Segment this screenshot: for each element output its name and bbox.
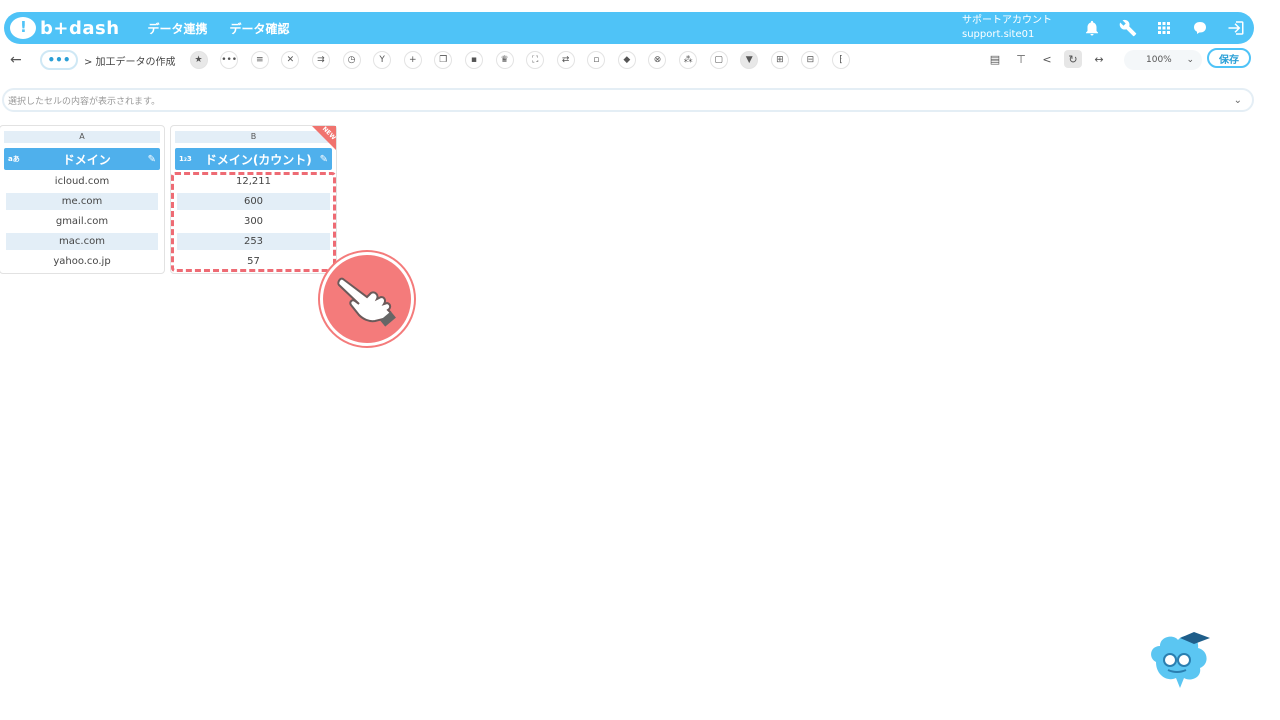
more-icon[interactable]: ••• (220, 51, 239, 69)
filter-icon[interactable]: ▼ (740, 51, 759, 69)
logo-text: b+dash (40, 17, 120, 39)
formula-placeholder: 選択したセルの内容が表示されます。 (8, 96, 161, 107)
table-cell[interactable]: icloud.com (6, 173, 158, 190)
app-header: b+dash データ連携 データ確認 サポートアカウント support.sit… (4, 12, 1254, 44)
number-type-icon: 1₂3 (179, 155, 192, 163)
table-cell[interactable]: yahoo.co.jp (6, 253, 158, 270)
right-tool-icons: ▤ ⊤ < ↻ ↔ (986, 50, 1116, 68)
account-info[interactable]: サポートアカウント support.site01 (962, 14, 1052, 42)
pencil-icon[interactable]: ✎ (320, 154, 328, 165)
branch-icon[interactable]: Y (373, 51, 392, 69)
logo-icon (10, 17, 36, 39)
toolbar: ← ••• > 加工データの作成 ★ ••• ≡ ✕ ⇉ ◷ Y + ❐ ▪ ♛… (0, 46, 1280, 74)
save-button[interactable]: 保存 (1207, 48, 1251, 68)
column-header[interactable]: 1₂3 ドメイン(カウント) ✎ (175, 148, 332, 170)
breadcrumb: > 加工データの作成 (84, 56, 176, 68)
zoom-select[interactable]: 100% ⌄ (1124, 50, 1202, 70)
logout-icon[interactable] (1226, 18, 1246, 38)
code-icon[interactable]: ↔ (1090, 50, 1108, 68)
column-header[interactable]: aあ ドメイン ✎ (4, 148, 160, 170)
expand-icon[interactable]: ⛶ (526, 51, 545, 69)
column-a[interactable]: A aあ ドメイン ✎ icloud.com me.com gmail.com … (0, 125, 165, 274)
formula-bar[interactable]: 選択したセルの内容が表示されます。 ⌄ (2, 88, 1254, 112)
refresh-icon[interactable]: ↻ (1064, 50, 1082, 68)
bracket-icon[interactable]: ⁅ (832, 51, 851, 69)
box-icon[interactable]: ◆ (617, 51, 636, 69)
tools-icon[interactable]: ✕ (281, 51, 300, 69)
star-icon[interactable]: ★ (189, 51, 208, 69)
merge-icon[interactable]: ⇉ (311, 51, 330, 69)
bdash-logo[interactable]: b+dash (10, 17, 120, 39)
column-letter: B (175, 131, 332, 143)
selection-highlight (171, 172, 336, 272)
pointing-hand-icon (320, 252, 414, 346)
share-icon[interactable]: < (1038, 50, 1056, 68)
hierarchy-icon[interactable]: ⊤ (1012, 50, 1030, 68)
new-badge: NEW (312, 126, 336, 150)
grid-icon[interactable]: ⊟ (801, 51, 820, 69)
account-name: サポートアカウント (962, 15, 1052, 26)
table-cell[interactable]: gmail.com (6, 213, 158, 230)
apps-grid-icon[interactable] (1154, 18, 1174, 38)
clipboard-icon[interactable]: ▤ (986, 50, 1004, 68)
column-name: ドメイン(カウント) (204, 152, 312, 167)
calc-icon[interactable]: ⊞ (770, 51, 789, 69)
crown-icon[interactable]: ♛ (495, 51, 514, 69)
list-icon[interactable]: ≡ (250, 51, 269, 69)
swap-icon[interactable]: ⇄ (556, 51, 575, 69)
lock-icon[interactable]: ▫ (587, 51, 606, 69)
scatter-icon[interactable]: ⁂ (679, 51, 698, 69)
plus-icon[interactable]: + (403, 51, 422, 69)
table-cell[interactable]: mac.com (6, 233, 158, 250)
timer-icon[interactable]: ◷ (342, 51, 361, 69)
mascot-brain-icon[interactable] (1146, 628, 1212, 690)
account-site: support.site01 (962, 29, 1035, 40)
nav-data-check[interactable]: データ確認 (230, 20, 290, 37)
copy-icon[interactable]: ❐ (434, 51, 453, 69)
text-type-icon: aあ (8, 155, 20, 163)
nav-data-link[interactable]: データ連携 (148, 20, 208, 37)
table-cell[interactable]: me.com (6, 193, 158, 210)
tool-icons: ★ ••• ≡ ✕ ⇉ ◷ Y + ❐ ▪ ♛ ⛶ ⇄ ▫ ◆ ⊗ ⁂ ▢ ▼ … (189, 51, 863, 69)
trash-icon[interactable]: ▪ (464, 51, 483, 69)
pencil-icon[interactable]: ✎ (148, 154, 156, 165)
zoom-value: 100% (1146, 55, 1172, 65)
frame-icon[interactable]: ▢ (709, 51, 728, 69)
close-circle-icon[interactable]: ⊗ (648, 51, 667, 69)
bell-icon[interactable] (1082, 18, 1102, 38)
brain-icon[interactable] (1190, 18, 1210, 38)
column-name: ドメイン (62, 152, 111, 167)
column-letter: A (4, 131, 160, 143)
chevron-down-icon[interactable]: ⌄ (1234, 95, 1242, 106)
wrench-icon[interactable] (1118, 18, 1138, 38)
more-button[interactable]: ••• (40, 50, 78, 70)
back-arrow-icon[interactable]: ← (10, 52, 26, 68)
chevron-down-icon: ⌄ (1186, 55, 1194, 65)
